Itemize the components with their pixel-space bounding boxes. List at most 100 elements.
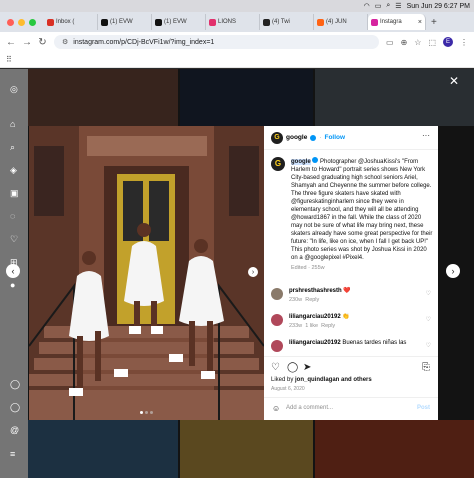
tab-instagram-lions[interactable]: LIONS [206,14,260,30]
google-avatar[interactable]: G [271,131,283,144]
bookmark-star-icon[interactable]: ☆ [414,38,421,47]
x-icon [101,18,108,26]
add-comment-input[interactable]: Add a comment... [286,405,333,411]
follow-button[interactable]: Follow [324,134,345,141]
back-button[interactable]: ← [6,37,16,48]
post-caption: G google Photographer @JoshuaKissi's "Fr… [271,157,433,272]
post-header: G google · Follow ··· [264,126,438,150]
comment-likes[interactable]: 1 like [305,323,318,329]
tab-gmail[interactable]: Inbox ( [44,14,98,30]
commenter-avatar[interactable] [271,314,283,326]
tab-x-2[interactable]: (1) EVW [152,14,206,30]
search-icon[interactable]: ⌕ [386,2,390,10]
profile-icon[interactable]: ● [10,280,15,290]
comment-username[interactable]: liliangarciau20192 [289,340,341,346]
save-bookmark-icon[interactable]: ⎘ [422,362,430,373]
explore-icon[interactable]: ◈ [10,165,17,176]
tab-label: (1) EVW [110,19,133,25]
commenter-avatar[interactable] [271,340,283,352]
extensions-icon[interactable]: ⬚ [428,38,436,47]
liked-by-prefix: Liked by [271,377,296,383]
close-modal-icon[interactable]: ✕ [449,74,459,88]
instagram-icon [371,18,378,26]
address-bar[interactable]: ⚙ instagram.com/p/CDj-BcVFi1w/?img_index… [54,35,379,49]
maximize-window-button[interactable] [29,18,36,26]
tab-x-1[interactable]: (1) EVW [98,14,152,30]
twitch-icon [263,18,270,26]
carousel-indicator [140,411,153,414]
comment-text: liliangarciau20192 Buenas tardes niñas l… [289,340,419,347]
like-comment-icon[interactable]: ♡ [426,342,431,349]
verified-badge-icon [312,157,319,163]
comment-item: prshresthashresth ❤️ 230w Reply ♡ [271,288,433,308]
tab-twitch[interactable]: (4) Twi [260,14,314,30]
apps-grid-icon[interactable]: ⠿ [6,55,12,64]
macos-menubar: ◠ ▭ ⌕ ☰ Sun Jun 29 6:27 PM [0,0,474,12]
tab-instagram-active[interactable]: Instagra × [368,14,426,30]
forward-button[interactable]: → [22,37,32,48]
site-info-icon[interactable]: ⚙ [62,38,68,46]
reddit-icon [317,18,324,26]
like-heart-icon[interactable]: ♡ [271,362,280,373]
share-icon[interactable]: ➤ [303,362,311,373]
battery-icon[interactable]: ▭ [375,2,382,10]
tab-reddit[interactable]: (4) JUN [314,14,368,30]
tab-label: Instagra [380,19,402,25]
comment-icon[interactable]: ◯ [287,362,298,373]
previous-post-button[interactable]: ‹ [6,264,20,278]
cast-icon[interactable]: ▭ [386,38,394,47]
threads-app-icon[interactable]: @ [10,425,19,435]
next-post-button[interactable]: › [446,264,460,278]
post-comment-button[interactable]: Post [417,405,430,411]
tab-label: (4) Twi [272,19,290,25]
like-comment-icon[interactable]: ♡ [426,316,431,323]
carousel-dot [150,411,153,414]
messages-icon[interactable]: ◌ [10,211,15,221]
menubar-datetime[interactable]: Sun Jun 29 6:27 PM [407,3,470,10]
wifi-icon[interactable]: ◠ [364,2,370,10]
add-comment-row: ☺ Add a comment... Post [264,397,438,419]
tab-label: (1) EVW [164,19,187,25]
commenter-avatar[interactable] [271,288,283,300]
comment-username[interactable]: liliangarciau20192 [289,314,341,320]
reply-button[interactable]: Reply [305,297,319,303]
meta-ai-icon[interactable]: ◯ [10,402,20,413]
zoom-icon[interactable]: ⊕ [401,38,408,47]
comment-meta: 230w Reply [289,297,319,303]
instagram-icon [209,18,216,26]
liked-by-user[interactable]: jon_quindlagan [295,377,339,383]
instagram-logo-icon[interactable]: ◎ [10,84,18,95]
control-center-icon[interactable]: ☰ [395,2,401,10]
caption-avatar[interactable]: G [271,157,285,171]
minimize-window-button[interactable] [18,18,25,26]
post-username[interactable]: google [286,134,307,141]
reels-icon[interactable]: ▣ [10,188,19,199]
reload-button[interactable]: ↻ [38,37,47,48]
reply-button[interactable]: Reply [321,323,335,329]
caption-body: google Photographer @JoshuaKissi's "From… [291,157,433,262]
close-window-button[interactable] [7,18,14,26]
notifications-heart-icon[interactable]: ♡ [10,234,18,245]
more-options-icon[interactable]: ··· [422,131,430,140]
post-photo[interactable] [29,126,264,420]
carousel-next-button[interactable]: › [248,267,258,277]
bookmarks-bar: ⠿ [0,52,474,68]
tab-label: (4) JUN [326,19,347,25]
x-icon [155,18,162,26]
like-comment-icon[interactable]: ♡ [426,290,431,297]
url-text: instagram.com/p/CDj-BcVFi1w/?img_index=1 [73,38,215,46]
comment-age: 233w [289,323,303,329]
caption-username[interactable]: google [291,159,311,165]
liked-by-others[interactable]: and others [339,377,372,383]
close-tab-icon[interactable]: × [418,19,422,26]
home-icon[interactable]: ⌂ [10,119,15,129]
profile-avatar[interactable]: E [443,37,453,47]
more-menu-icon[interactable]: ≡ [10,449,15,459]
search-icon[interactable]: ⌕ [10,142,15,153]
menu-kebab-icon[interactable]: ⋮ [460,38,468,47]
new-tab-button[interactable]: + [426,17,437,28]
comment-username[interactable]: prshresthashresth [289,288,342,294]
threads-icon[interactable]: ◯ [10,379,20,390]
post-info-panel: G google · Follow ··· G google Photograp… [264,126,438,420]
emoji-icon[interactable]: ☺ [272,404,280,413]
